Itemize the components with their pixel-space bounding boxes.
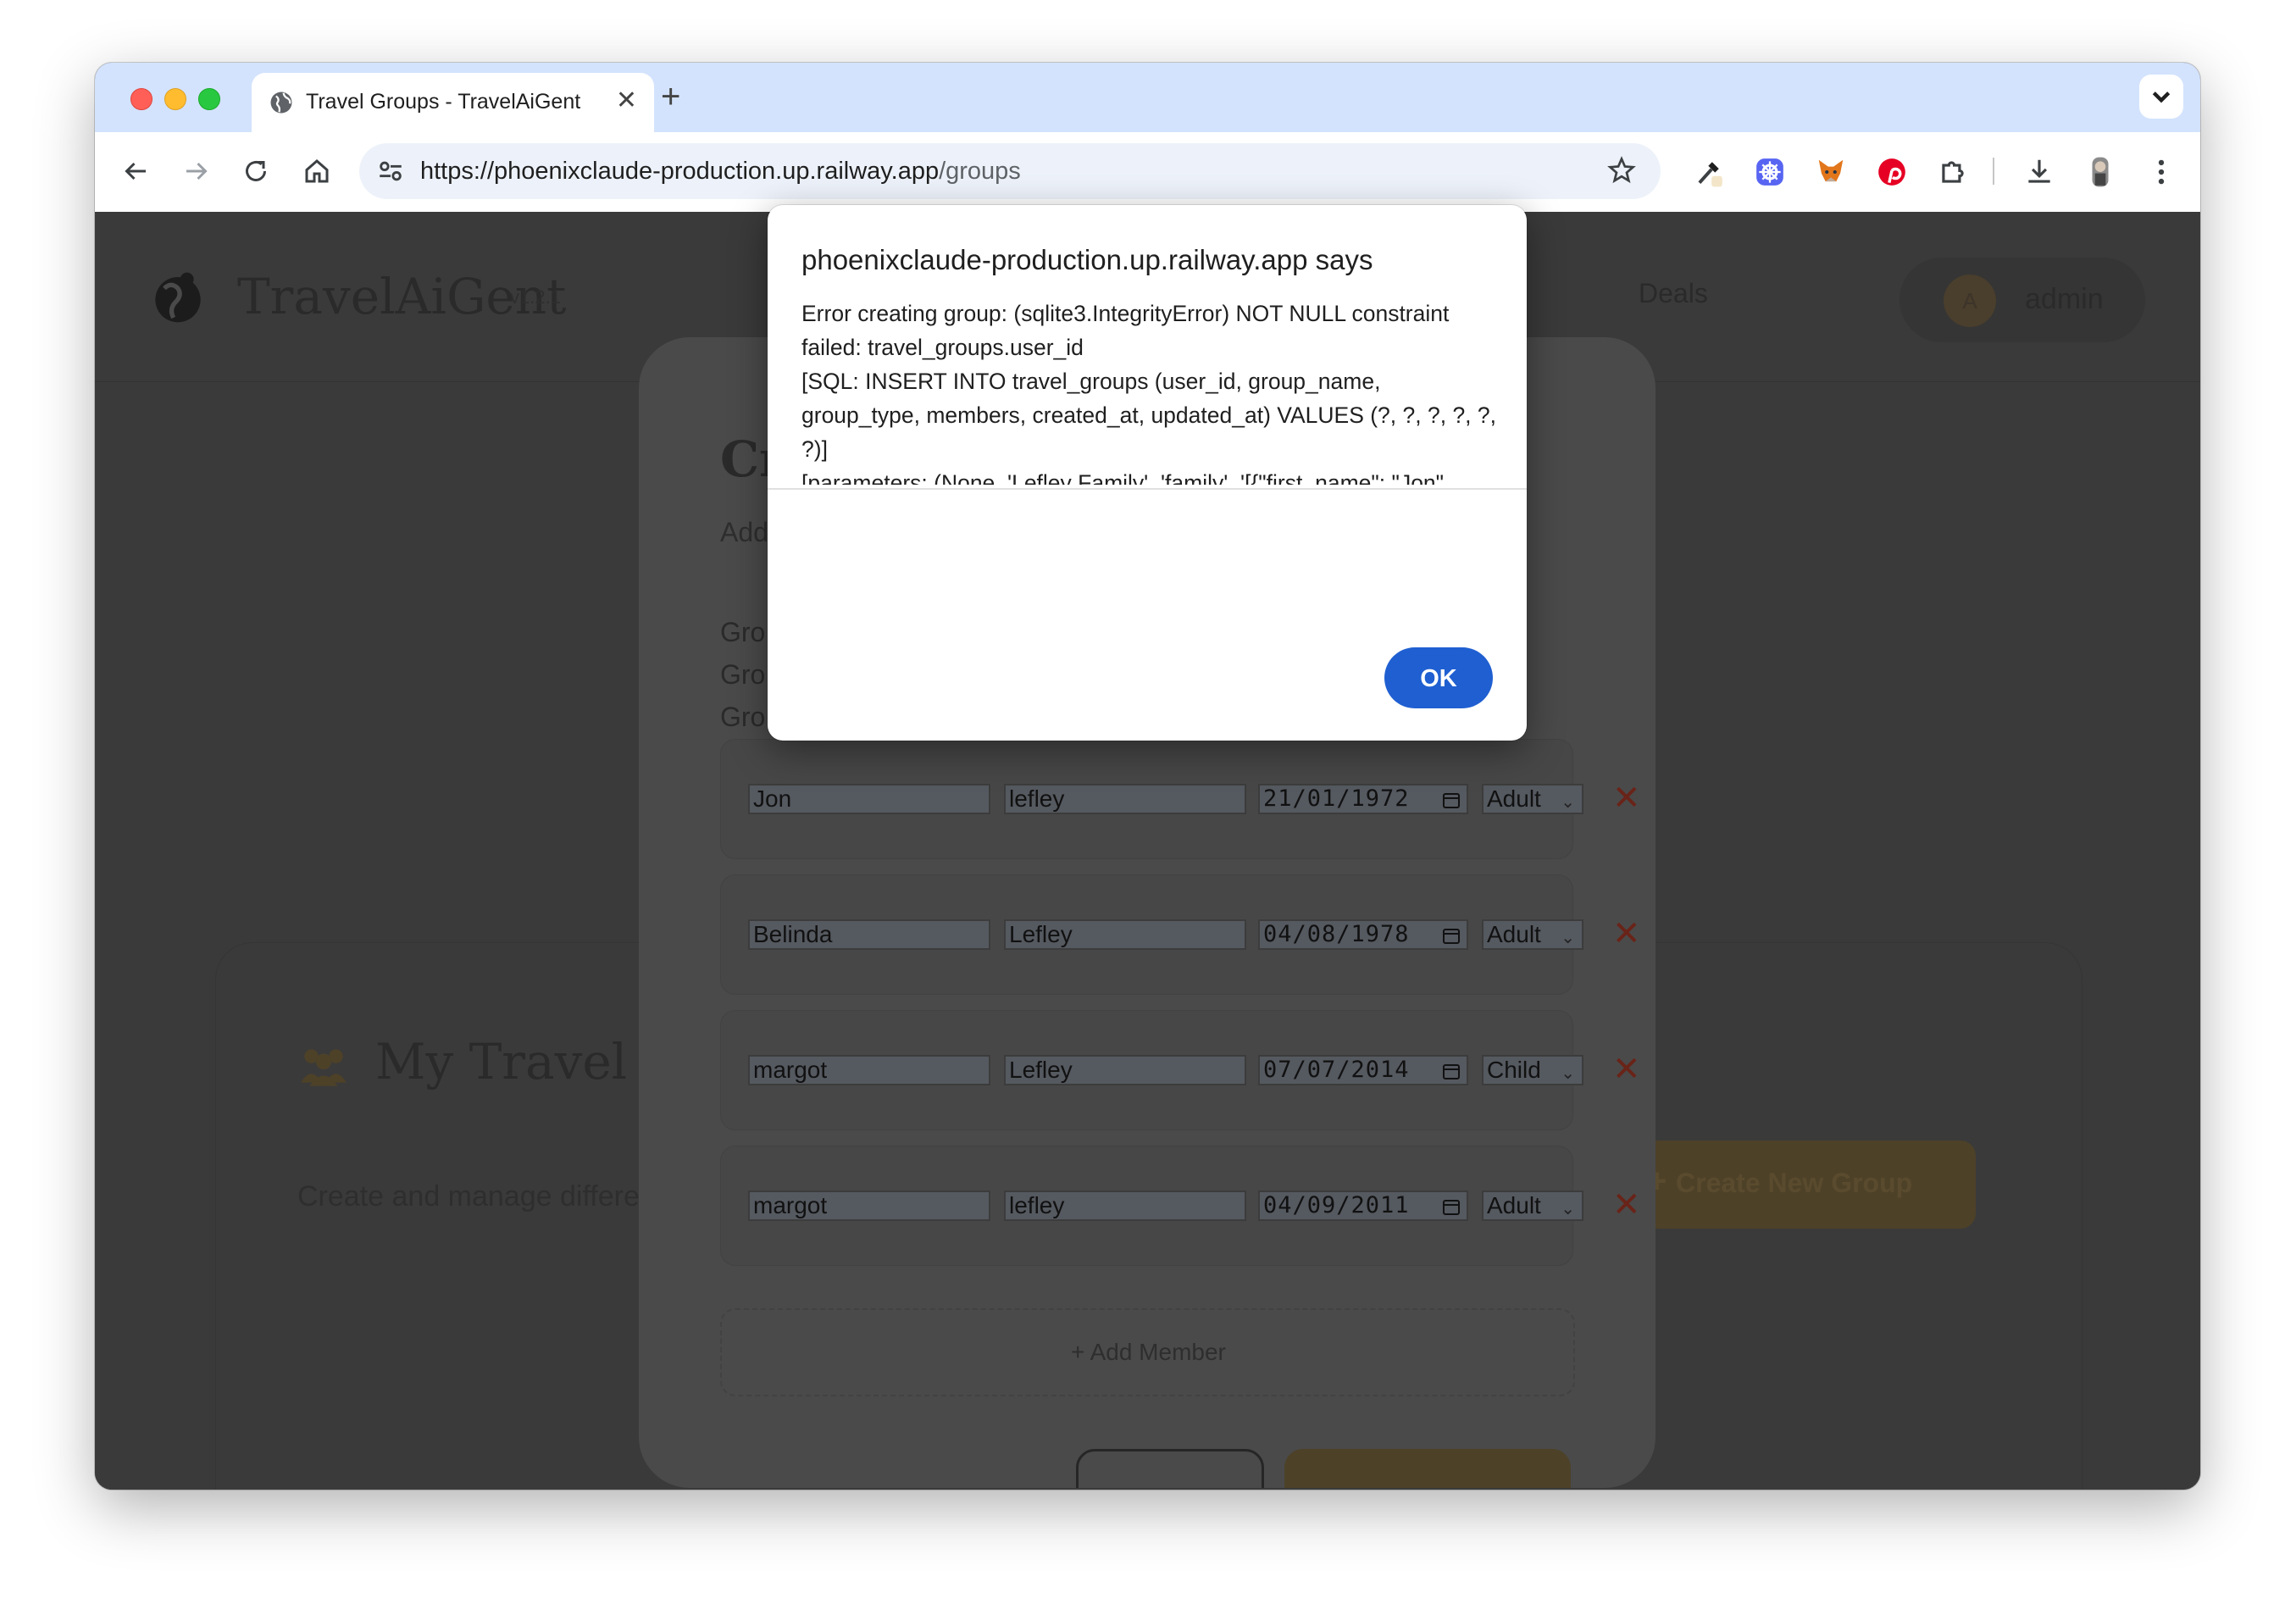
logo-icon[interactable] bbox=[151, 268, 205, 327]
dob-input[interactable]: 21/01/1972 bbox=[1258, 784, 1468, 814]
metamask-fox-icon[interactable] bbox=[1815, 156, 1847, 188]
browser-toolbar: https://phoenixclaude-production.up.rail… bbox=[95, 132, 2200, 213]
bookmark-star-icon[interactable] bbox=[1606, 155, 1637, 186]
dob-value: 07/07/2014 bbox=[1263, 1057, 1410, 1083]
site-settings-icon[interactable] bbox=[376, 157, 405, 186]
forward-icon[interactable] bbox=[181, 156, 212, 186]
last-name-input[interactable]: lefley bbox=[1004, 784, 1246, 814]
tab-strip: Travel Groups - TravelAiGent ✕ + bbox=[95, 63, 2200, 132]
member-type-value: Adult bbox=[1487, 921, 1541, 947]
group-field-label: Gro bbox=[720, 659, 766, 690]
member-row: margot lefley 04/09/2011 Adult ⌄ ✕ bbox=[720, 1146, 1641, 1266]
member-type-value: Adult bbox=[1487, 785, 1541, 812]
calendar-icon[interactable] bbox=[1441, 1061, 1461, 1081]
minimize-window-button[interactable] bbox=[164, 88, 186, 110]
globe-icon bbox=[270, 92, 292, 114]
version-label: v1.2.1 bbox=[510, 286, 561, 308]
url-text[interactable]: https://phoenixclaude-production.up.rail… bbox=[420, 158, 1021, 186]
member-type-select[interactable]: Adult ⌄ bbox=[1482, 1190, 1583, 1221]
reload-icon[interactable] bbox=[241, 156, 271, 186]
last-name-input[interactable]: lefley bbox=[1004, 1190, 1246, 1221]
nav-deals-link[interactable]: Deals bbox=[1639, 278, 1708, 309]
kebab-menu-icon[interactable] bbox=[2145, 156, 2177, 188]
dob-input[interactable]: 04/09/2011 bbox=[1258, 1190, 1468, 1221]
group-field-label: Gro bbox=[720, 617, 766, 647]
cancel-button[interactable] bbox=[1076, 1449, 1264, 1488]
first-name-input[interactable]: margot bbox=[748, 1055, 990, 1085]
alert-divider bbox=[768, 488, 1527, 490]
home-icon[interactable] bbox=[302, 156, 332, 186]
browser-tab[interactable]: Travel Groups - TravelAiGent ✕ bbox=[252, 73, 654, 132]
member-type-select[interactable]: Child ⌄ bbox=[1482, 1055, 1583, 1085]
back-icon[interactable] bbox=[120, 156, 151, 186]
url-host: https://phoenixclaude-production.up.rail… bbox=[420, 158, 940, 185]
chevron-down-icon: ⌄ bbox=[1561, 793, 1575, 812]
tab-title: Travel Groups - TravelAiGent bbox=[306, 90, 581, 114]
create-group-button[interactable] bbox=[1284, 1449, 1571, 1488]
first-name-input[interactable]: Jon bbox=[748, 784, 990, 814]
username: admin bbox=[2025, 283, 2104, 315]
users-group-icon bbox=[301, 1049, 347, 1086]
last-name-input[interactable]: Lefley bbox=[1004, 1055, 1246, 1085]
tab-search-button[interactable] bbox=[2139, 75, 2183, 119]
first-name-input[interactable]: margot bbox=[748, 1190, 990, 1221]
chevron-down-icon: ⌄ bbox=[1561, 1064, 1575, 1083]
create-new-group-label: Create New Group bbox=[1676, 1168, 1913, 1198]
member-type-select[interactable]: Adult ⌄ bbox=[1482, 784, 1583, 814]
alert-message[interactable]: Error creating group: (sqlite3.Integrity… bbox=[801, 297, 1505, 485]
zoom-window-button[interactable] bbox=[198, 88, 220, 110]
dob-value: 21/01/1972 bbox=[1263, 785, 1410, 812]
member-row: Jon lefley 21/01/1972 Adult ⌄ ✕ bbox=[720, 739, 1641, 859]
remove-member-icon[interactable]: ✕ bbox=[1612, 1050, 1641, 1089]
profile-avatar-icon[interactable] bbox=[2084, 156, 2116, 188]
first-name-input[interactable]: Belinda bbox=[748, 919, 990, 950]
member-row: Belinda Lefley 04/08/1978 Adult ⌄ ✕ bbox=[720, 874, 1641, 995]
download-icon[interactable] bbox=[2023, 156, 2055, 188]
member-type-value: Child bbox=[1487, 1057, 1541, 1083]
tab-close-icon[interactable]: ✕ bbox=[616, 88, 637, 114]
card-description: Create and manage differe bbox=[297, 1180, 640, 1213]
pinterest-icon[interactable] bbox=[1876, 156, 1908, 188]
chevron-down-icon: ⌄ bbox=[1561, 1200, 1575, 1218]
avatar: A bbox=[1944, 275, 1996, 327]
url-path: /groups bbox=[939, 158, 1021, 185]
modal-subtitle: Add bbox=[720, 517, 768, 547]
new-tab-button[interactable]: + bbox=[661, 80, 680, 114]
calendar-icon[interactable] bbox=[1441, 925, 1461, 946]
eyedropper-extension-icon[interactable] bbox=[1693, 156, 1725, 188]
extensions-puzzle-icon[interactable] bbox=[1937, 156, 1969, 188]
calendar-icon[interactable] bbox=[1441, 1196, 1461, 1217]
dob-input[interactable]: 04/08/1978 bbox=[1258, 919, 1468, 950]
add-member-label: + Add Member bbox=[1071, 1339, 1226, 1365]
create-new-group-button[interactable]: + Create New Group bbox=[1628, 1140, 1976, 1229]
extension-purple-icon[interactable] bbox=[1754, 156, 1786, 188]
alert-dialog: phoenixclaude-production.up.railway.app … bbox=[768, 205, 1527, 741]
member-type-value: Adult bbox=[1487, 1192, 1541, 1218]
member-type-select[interactable]: Adult ⌄ bbox=[1482, 919, 1583, 950]
toolbar-separator bbox=[1993, 158, 1994, 185]
alert-title: phoenixclaude-production.up.railway.app … bbox=[801, 244, 1373, 275]
chevron-down-icon bbox=[2152, 92, 2171, 103]
dob-value: 04/08/1978 bbox=[1263, 921, 1410, 947]
remove-member-icon[interactable]: ✕ bbox=[1612, 1185, 1641, 1224]
add-member-button[interactable]: + Add Member bbox=[720, 1308, 1575, 1396]
ok-button[interactable]: OK bbox=[1384, 647, 1493, 708]
last-name-input[interactable]: Lefley bbox=[1004, 919, 1246, 950]
calendar-icon[interactable] bbox=[1441, 790, 1461, 810]
address-bar[interactable]: https://phoenixclaude-production.up.rail… bbox=[359, 143, 1661, 199]
dob-value: 04/09/2011 bbox=[1263, 1192, 1410, 1218]
member-row: margot Lefley 07/07/2014 Child ⌄ ✕ bbox=[720, 1010, 1641, 1130]
chevron-down-icon: ⌄ bbox=[1561, 929, 1575, 947]
remove-member-icon[interactable]: ✕ bbox=[1612, 779, 1641, 818]
user-menu[interactable]: A admin bbox=[1899, 258, 2145, 342]
dob-input[interactable]: 07/07/2014 bbox=[1258, 1055, 1468, 1085]
close-window-button[interactable] bbox=[130, 88, 153, 110]
remove-member-icon[interactable]: ✕ bbox=[1612, 914, 1641, 953]
group-field-label: Gro bbox=[720, 702, 766, 732]
